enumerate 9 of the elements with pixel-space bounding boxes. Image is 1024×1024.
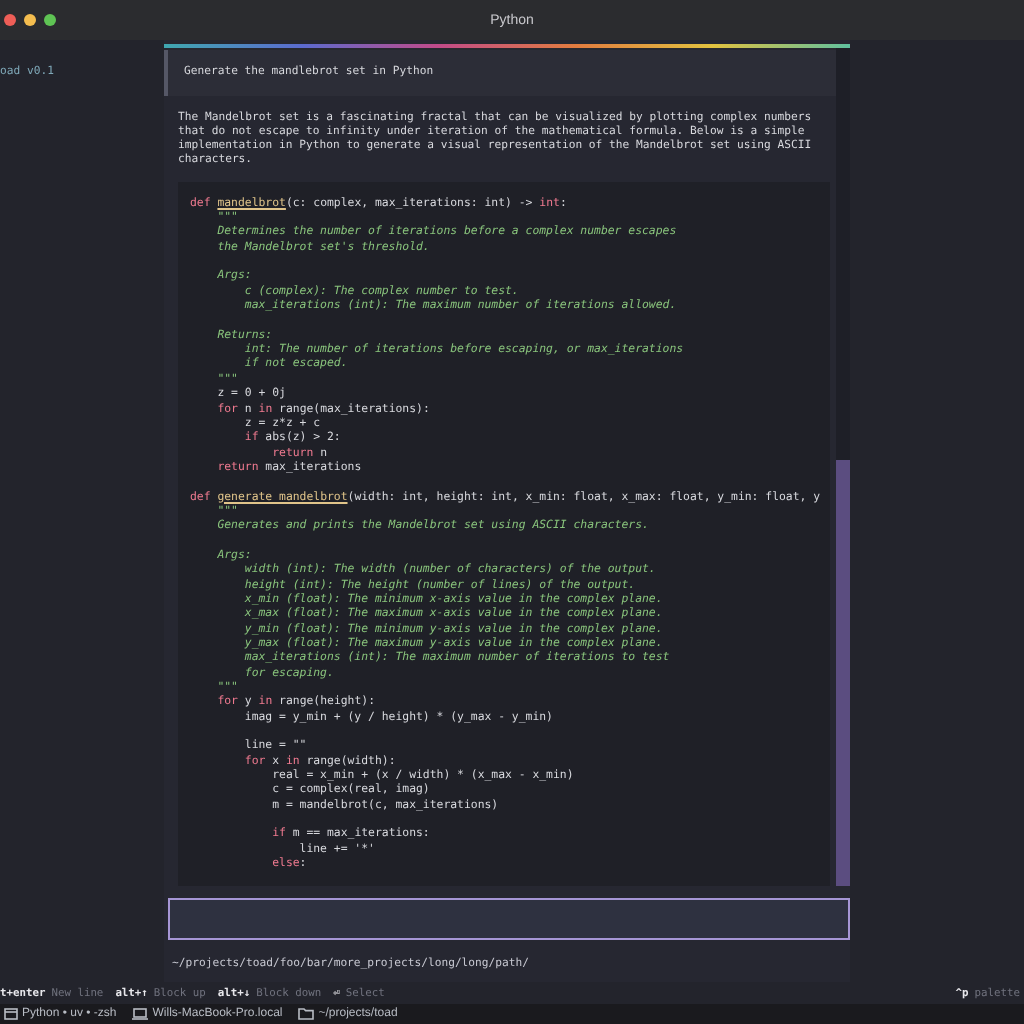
zoom-button[interactable] xyxy=(44,14,56,26)
laptop-icon xyxy=(132,1008,149,1020)
window-icon xyxy=(4,1008,18,1020)
scrollbar[interactable] xyxy=(836,47,850,886)
prompt-input-field[interactable] xyxy=(168,898,850,940)
scrollbar-thumb[interactable] xyxy=(836,460,850,886)
folder-icon xyxy=(298,1008,315,1020)
close-button[interactable] xyxy=(4,14,16,26)
minimize-button[interactable] xyxy=(24,14,36,26)
